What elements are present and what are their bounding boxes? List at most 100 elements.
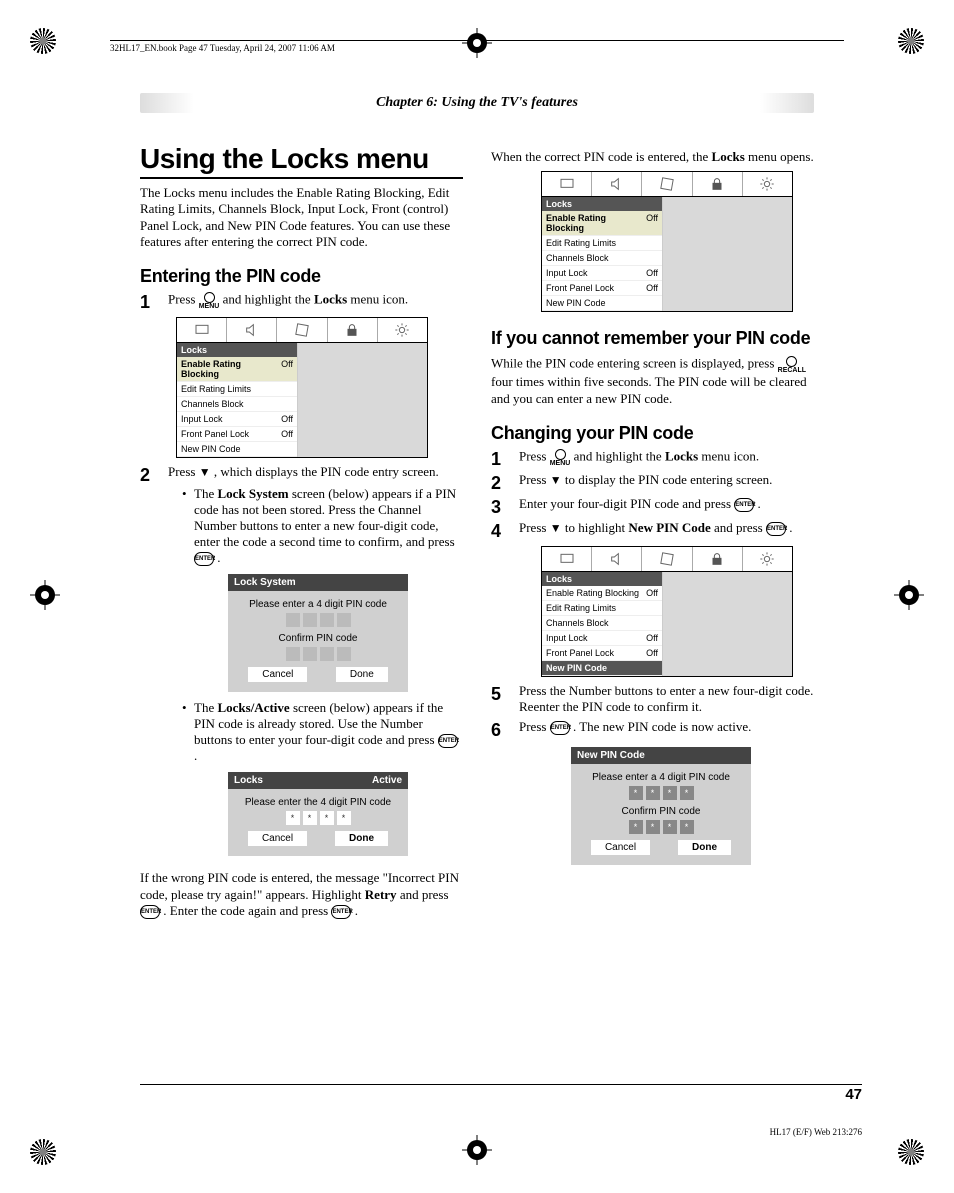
- step-text: and highlight the: [574, 448, 665, 463]
- menu-button-icon: [550, 448, 571, 467]
- menu-panel-title: Locks: [177, 343, 297, 357]
- step-number: 4: [491, 520, 519, 540]
- registration-mark-icon: [898, 1139, 924, 1165]
- step-number: 3: [491, 496, 519, 516]
- registration-mark-icon: [30, 1139, 56, 1165]
- step-1: 1 Press and highlight the Locks menu ico…: [140, 291, 463, 311]
- bullet-text: The: [194, 700, 217, 715]
- step-text: Press: [519, 448, 550, 463]
- subsection-title: Entering the PIN code: [140, 266, 463, 287]
- step-text: Press the Number buttons to enter a new …: [519, 683, 814, 715]
- locks-menu-newpin-figure: Locks Enable Rating BlockingOff Edit Rat…: [541, 546, 793, 677]
- page: 32HL17_EN.book Page 47 Tuesday, April 24…: [0, 0, 954, 1193]
- dialog-title: Lock System: [234, 577, 296, 588]
- registration-mark-icon: [898, 28, 924, 54]
- bullet: The Locks/Active screen (below) appears …: [182, 700, 463, 764]
- right-column: When the correct PIN code is entered, th…: [491, 143, 814, 925]
- cancel-button: Cancel: [248, 831, 307, 846]
- dialog-text: Confirm PIN code: [234, 633, 402, 644]
- step-text: menu icon.: [350, 291, 408, 306]
- step-text-bold: New PIN Code: [628, 520, 710, 535]
- tab-picture-icon: [542, 172, 592, 196]
- step-5: 5 Press the Number buttons to enter a ne…: [491, 683, 814, 715]
- bullet-text: The: [194, 486, 217, 501]
- step-text: , which displays the PIN code entry scre…: [214, 464, 439, 479]
- subsection-title: Changing your PIN code: [491, 423, 814, 444]
- step-text: Press: [168, 291, 199, 306]
- locks-menu-figure: Locks Enable Rating BlockingOff Edit Rat…: [176, 317, 428, 458]
- tab-locks-icon: [693, 547, 743, 571]
- footer-code: HL17 (E/F) Web 213:276: [770, 1127, 862, 1137]
- tab-setup-icon: [277, 318, 327, 342]
- dialog-text: Please enter the 4 digit PIN code: [234, 797, 402, 808]
- cancel-button: Cancel: [248, 667, 307, 682]
- step-text: Press: [519, 472, 550, 487]
- down-arrow-icon: ▼: [199, 465, 211, 479]
- step-text: to highlight: [565, 520, 629, 535]
- step-6: 6 Press ENTER . The new PIN code is now …: [491, 719, 814, 739]
- menu-row: New PIN Code: [542, 661, 662, 676]
- lock-system-dialog-figure: Lock System Please enter a 4 digit PIN c…: [228, 574, 408, 692]
- step-text: .: [758, 496, 761, 511]
- step-text: to display the PIN code entering screen.: [565, 472, 773, 487]
- crop-mark-icon: [462, 1135, 492, 1165]
- menu-row: New PIN Code: [542, 296, 662, 311]
- tab-preferences-icon: [378, 318, 427, 342]
- bullet-text-bold: Locks/Active: [217, 700, 289, 715]
- menu-row: Front Panel LockOff: [542, 646, 662, 661]
- step-text: .: [789, 520, 792, 535]
- menu-panel-title: Locks: [542, 572, 662, 586]
- down-arrow-icon: ▼: [550, 521, 562, 535]
- chapter-header: Chapter 6: Using the TV's features: [140, 93, 814, 113]
- recall-button-icon: [778, 355, 806, 374]
- menu-row: Channels Block: [542, 616, 662, 631]
- enter-button-icon: ENTER: [550, 721, 570, 735]
- enter-button-icon: ENTER: [766, 522, 786, 536]
- bullet-text-bold: Lock System: [217, 486, 288, 501]
- menu-row: Edit Rating Limits: [542, 236, 662, 251]
- crop-mark-icon: [462, 28, 492, 58]
- step-text: Press: [519, 719, 550, 734]
- dialog-title: Locks: [234, 775, 263, 786]
- step-number: 1: [140, 291, 168, 311]
- menu-row: Edit Rating Limits: [177, 382, 297, 397]
- menu-row: Input LockOff: [177, 412, 297, 427]
- crop-mark-icon: [30, 580, 60, 610]
- bullet-text: .: [194, 748, 197, 763]
- tab-locks-icon: [328, 318, 378, 342]
- menu-row: Channels Block: [542, 251, 662, 266]
- step-text: Press: [519, 520, 550, 535]
- menu-row: Front Panel LockOff: [542, 281, 662, 296]
- menu-row: Input LockOff: [542, 631, 662, 646]
- menu-row: New PIN Code: [177, 442, 297, 457]
- step-number: 2: [140, 464, 168, 484]
- enter-button-icon: ENTER: [734, 498, 754, 512]
- enter-button-icon: ENTER: [140, 905, 160, 919]
- dialog-text: Please enter a 4 digit PIN code: [577, 772, 745, 783]
- tab-picture-icon: [177, 318, 227, 342]
- tab-audio-icon: [592, 547, 642, 571]
- page-number: 47: [845, 1086, 862, 1103]
- left-column: Using the Locks menu The Locks menu incl…: [140, 143, 463, 925]
- dialog-status: Active: [372, 775, 402, 786]
- menu-row: Enable Rating BlockingOff: [542, 586, 662, 601]
- menu-row: Channels Block: [177, 397, 297, 412]
- step-3: 3 Enter your four-digit PIN code and pre…: [491, 496, 814, 516]
- tab-picture-icon: [542, 547, 592, 571]
- bullet: The Lock System screen (below) appears i…: [182, 486, 463, 566]
- dialog-title: New PIN Code: [577, 750, 645, 761]
- done-button: Done: [336, 667, 388, 682]
- step-number: 1: [491, 448, 519, 468]
- registration-mark-icon: [30, 28, 56, 54]
- menu-button-icon: [199, 291, 220, 310]
- step-text: . The new PIN code is now active.: [573, 719, 751, 734]
- menu-panel-title: Locks: [542, 197, 662, 211]
- step-4: 4 Press ▼ to highlight New PIN Code and …: [491, 520, 814, 540]
- step-text: Enter your four-digit PIN code and press: [519, 496, 734, 511]
- step-number: 5: [491, 683, 519, 703]
- menu-row: Edit Rating Limits: [542, 601, 662, 616]
- menu-row: Enable Rating BlockingOff: [542, 211, 662, 236]
- section-title: Using the Locks menu: [140, 143, 463, 179]
- forget-text: While the PIN code entering screen is di…: [491, 355, 814, 407]
- step-text-bold: Locks: [314, 291, 347, 306]
